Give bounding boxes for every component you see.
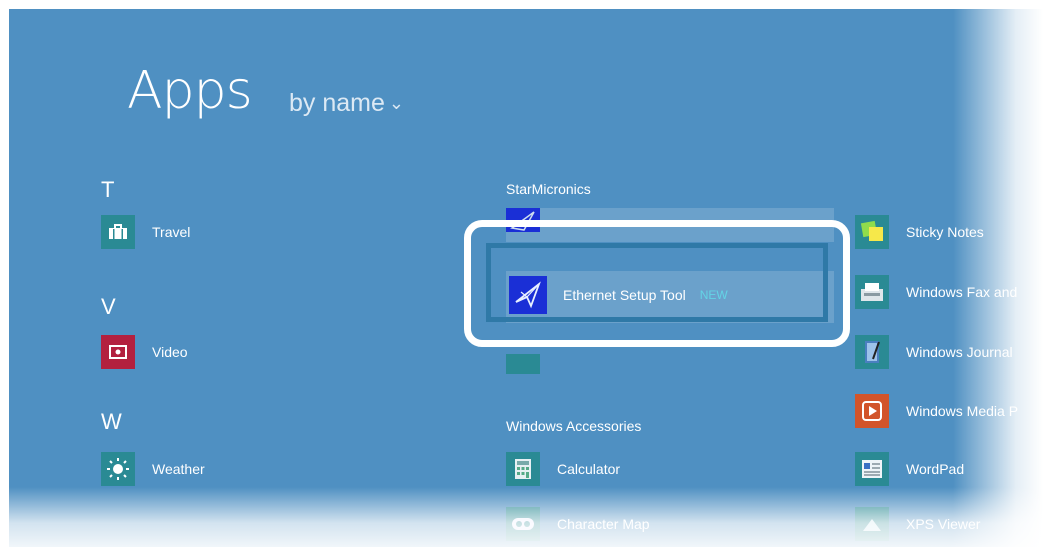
group-header-starmicronics[interactable]: StarMicronics bbox=[506, 181, 591, 197]
calculator-icon bbox=[506, 452, 540, 486]
weather-sun-icon bbox=[101, 452, 135, 486]
travel-icon bbox=[101, 215, 135, 249]
app-label: Video bbox=[152, 344, 188, 360]
media-player-icon bbox=[855, 394, 889, 428]
app-label: Travel bbox=[152, 224, 191, 240]
app-video[interactable]: Video bbox=[101, 335, 188, 369]
app-label: XPS Viewer bbox=[906, 516, 981, 532]
fax-icon bbox=[855, 275, 889, 309]
app-label: WordPad bbox=[906, 461, 965, 477]
app-travel[interactable]: Travel bbox=[101, 215, 190, 249]
group-letter-w[interactable]: W bbox=[101, 409, 122, 435]
journal-icon bbox=[855, 335, 889, 369]
app-tile-partial[interactable] bbox=[506, 354, 540, 374]
app-wordpad[interactable]: WordPad bbox=[855, 452, 964, 486]
app-label: Character Map bbox=[557, 516, 650, 532]
app-windows-media[interactable]: Windows Media P bbox=[855, 394, 1018, 428]
highlight-callout-inner bbox=[486, 243, 828, 322]
app-label: Sticky Notes bbox=[906, 224, 984, 240]
app-label: Windows Media P bbox=[906, 403, 1019, 419]
wordpad-icon bbox=[855, 452, 889, 486]
app-calculator[interactable]: Calculator bbox=[506, 452, 620, 486]
app-label: Windows Fax and bbox=[906, 284, 1018, 300]
app-sticky-notes[interactable]: Sticky Notes bbox=[855, 215, 984, 249]
app-windows-journal[interactable]: Windows Journal bbox=[855, 335, 1013, 369]
app-xps-viewer[interactable]: XPS Viewer bbox=[855, 507, 980, 541]
app-label: Windows Journal bbox=[906, 344, 1013, 360]
sort-label: by name bbox=[289, 89, 385, 117]
xps-viewer-icon bbox=[855, 507, 889, 541]
app-label: Calculator bbox=[557, 461, 621, 477]
group-header-windows-accessories[interactable]: Windows Accessories bbox=[506, 418, 641, 434]
sticky-notes-icon bbox=[855, 215, 889, 249]
group-letter-t[interactable]: T bbox=[101, 177, 114, 203]
app-windows-fax[interactable]: Windows Fax and bbox=[855, 275, 1017, 309]
video-icon bbox=[101, 335, 135, 369]
app-weather[interactable]: Weather bbox=[101, 452, 205, 486]
character-map-icon bbox=[506, 507, 540, 541]
chevron-down-icon: ⌄ bbox=[388, 93, 404, 113]
sort-by-name-dropdown[interactable]: by name ⌄ bbox=[289, 89, 404, 118]
app-character-map[interactable]: Character Map bbox=[506, 507, 650, 541]
app-label: Weather bbox=[152, 461, 205, 477]
group-letter-v[interactable]: V bbox=[101, 294, 116, 320]
page-title: Apps bbox=[127, 61, 253, 121]
